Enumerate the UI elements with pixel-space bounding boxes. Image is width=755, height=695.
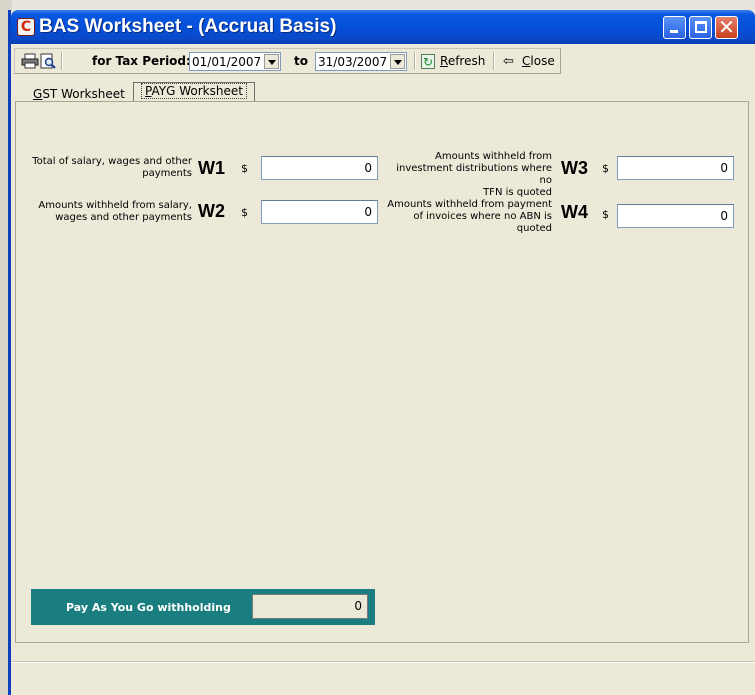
print-preview-icon[interactable] — [39, 53, 57, 69]
w4-description: Amounts withheld from payment of invoice… — [386, 199, 552, 235]
to-date-select[interactable]: 31/03/2007 — [315, 52, 407, 71]
maximize-icon — [695, 21, 707, 33]
w4-desc-line: quoted — [516, 223, 552, 234]
w4-code: W4 — [561, 202, 588, 222]
w1-amount-field[interactable]: 0 — [261, 156, 378, 180]
close-button[interactable]: ⇦ Close — [503, 52, 555, 71]
refresh-label: efresh — [447, 54, 486, 68]
title-bar[interactable]: C BAS Worksheet - (Accrual Basis) ✕ — [11, 10, 755, 44]
chevron-down-icon[interactable] — [264, 54, 279, 69]
w3-desc-line: TFN is quoted — [483, 187, 552, 198]
refresh-accel-letter: R — [440, 54, 448, 68]
minimize-icon — [670, 30, 678, 33]
w4-desc-line: Amounts withheld from payment — [387, 199, 552, 210]
maximize-button[interactable] — [689, 16, 712, 39]
w2-desc-line: wages and other payments — [55, 212, 192, 223]
bas-worksheet-window: C BAS Worksheet - (Accrual Basis) ✕ for … — [8, 10, 755, 695]
w3-currency: $ — [602, 162, 609, 175]
payg-worksheet-panel: Total of salary, wages and other payment… — [15, 101, 749, 643]
w1-currency: $ — [241, 162, 248, 175]
payg-total-field: 0 — [252, 594, 368, 619]
w1-desc-line: Total of salary, wages and other — [32, 156, 192, 167]
w2-description: Amounts withheld from salary, wages and … — [16, 200, 192, 224]
desktop-background-top — [0, 0, 755, 10]
to-date-value: 31/03/2007 — [318, 55, 388, 69]
w4-desc-line: of invoices where no ABN is — [413, 211, 552, 222]
tab-gst-accel: G — [33, 87, 43, 101]
w2-desc-line: Amounts withheld from salary, — [38, 200, 192, 211]
tax-period-label: for Tax Period: — [92, 54, 191, 68]
from-date-value: 01/01/2007 — [192, 55, 262, 69]
w4-amount-field[interactable]: 0 — [617, 204, 734, 228]
tab-gst-label: ST Worksheet — [42, 87, 125, 101]
w3-code: W3 — [561, 158, 588, 178]
payg-total-label: Pay As You Go withholding — [66, 601, 231, 614]
toolbar-separator — [414, 52, 416, 70]
w3-desc-line: investment distributions where no — [396, 163, 552, 186]
from-date-select[interactable]: 01/01/2007 — [189, 52, 281, 71]
w4-currency: $ — [602, 208, 609, 221]
window-title: BAS Worksheet - (Accrual Basis) — [39, 16, 337, 37]
chevron-down-icon[interactable] — [390, 54, 405, 69]
toolbar: for Tax Period: 01/01/2007 to 31/03/2007… — [14, 48, 561, 74]
w3-description: Amounts withheld from investment distrib… — [386, 151, 552, 199]
printer-icon[interactable] — [21, 53, 39, 69]
tab-payg-worksheet[interactable]: PAYG Worksheet — [133, 82, 255, 101]
app-icon[interactable]: C — [17, 18, 35, 36]
tab-payg-label: AYG Worksheet — [151, 84, 243, 98]
refresh-button[interactable]: Refresh — [421, 52, 491, 72]
w2-currency: $ — [241, 206, 248, 219]
toolbar-separator — [493, 52, 495, 70]
payg-total-box: Pay As You Go withholding 0 — [31, 589, 375, 625]
w1-code: W1 — [198, 158, 225, 178]
refresh-icon — [421, 53, 435, 72]
to-label: to — [294, 54, 308, 68]
minimize-button[interactable] — [663, 16, 686, 39]
w2-amount-field[interactable]: 0 — [261, 200, 378, 224]
w3-amount-field[interactable]: 0 — [617, 156, 734, 180]
status-divider — [11, 661, 755, 663]
back-arrow-icon: ⇦ — [503, 54, 514, 69]
close-window-button[interactable]: ✕ — [715, 16, 738, 39]
w1-desc-line: payments — [142, 168, 192, 179]
close-icon: ✕ — [718, 15, 735, 39]
w3-desc-line: Amounts withheld from — [435, 151, 552, 162]
w2-code: W2 — [198, 201, 225, 221]
toolbar-separator — [61, 52, 63, 70]
w1-description: Total of salary, wages and other payment… — [16, 156, 192, 180]
close-label: lose — [530, 54, 555, 68]
